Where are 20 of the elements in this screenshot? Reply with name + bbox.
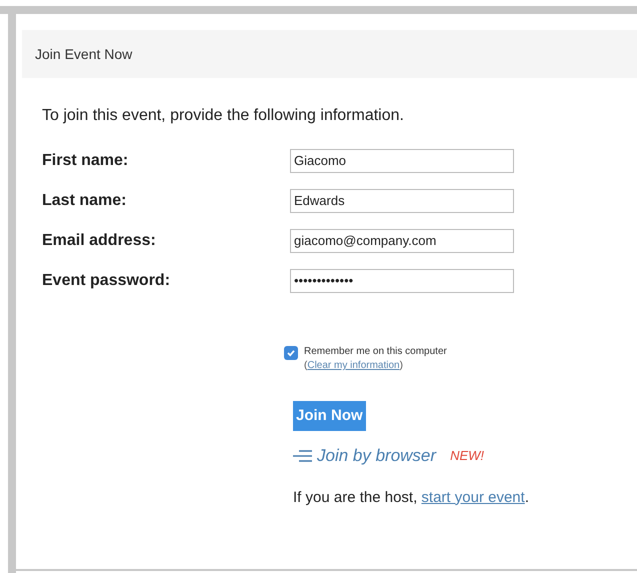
panel-title: Join Event Now [35,44,132,64]
start-event-link[interactable]: start your event [421,488,525,506]
field-label: Email address: [42,230,157,250]
remember-checkbox[interactable] [284,346,298,360]
clear-info-note: (Clear my information) [304,359,404,373]
input-field[interactable]: ••••••••••••• [290,268,514,292]
field-label: Event password: [42,270,172,290]
field-label: First name: [42,150,130,170]
intro-text: To join this event, provide the following information. [42,106,405,126]
new-label: NEW! [450,447,484,465]
clear-info-link[interactable]: Clear my information [307,360,400,371]
check-icon [286,348,296,358]
host-text: If you are the host, start your event. [293,488,530,508]
input-field[interactable]: giacomo@company.com [290,228,514,252]
lines-icon [293,448,313,463]
remember-label: Remember me on this computer [304,345,447,359]
join-by-browser-link[interactable]: Join by browser [317,443,436,468]
input-field[interactable]: Edwards [290,188,514,212]
input-field[interactable]: Giacomo [290,148,514,172]
field-label: Last name: [42,190,128,210]
